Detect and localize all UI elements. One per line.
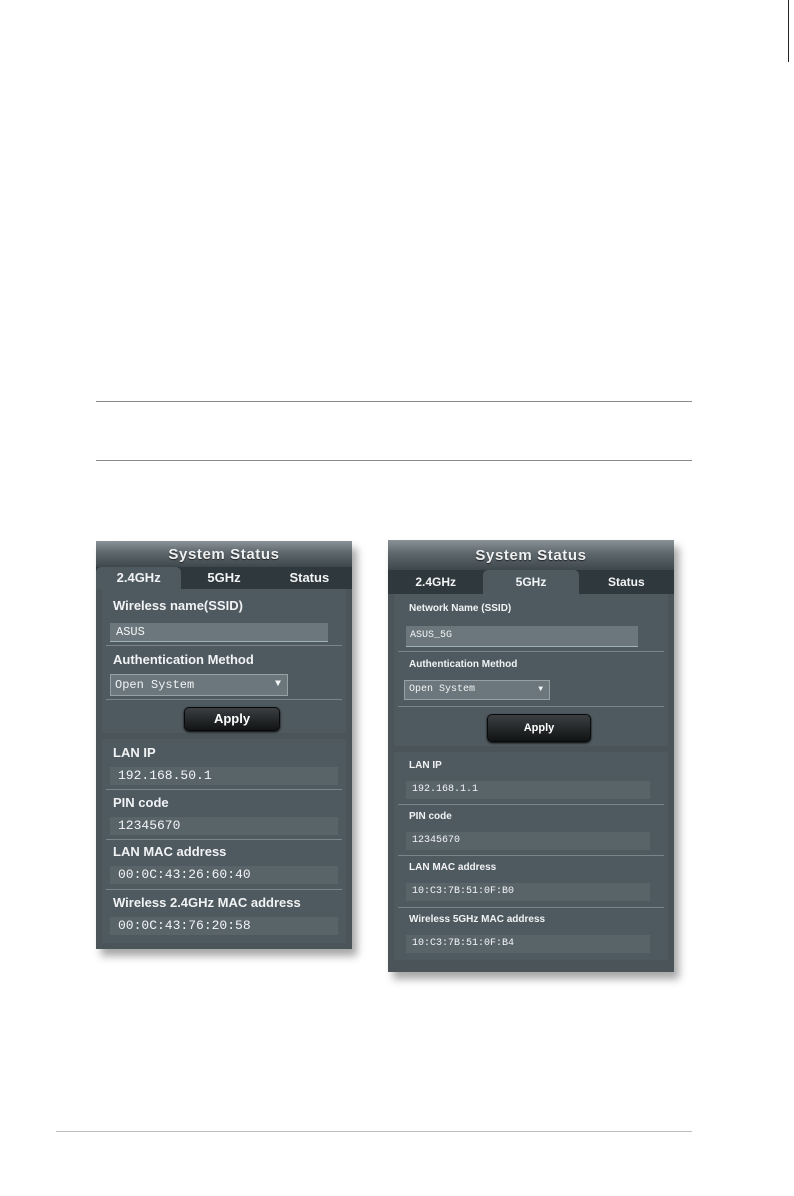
- separator: [398, 907, 664, 908]
- panel-title: System Status: [388, 540, 674, 570]
- tab-24ghz[interactable]: 2.4GHz: [388, 570, 483, 594]
- apply-button[interactable]: Apply: [184, 707, 280, 731]
- ssid-input[interactable]: ASUS: [110, 623, 328, 642]
- wireless-mac-label: Wireless 2.4GHz MAC address: [113, 895, 301, 910]
- pin-code-value: 12345670: [406, 832, 650, 850]
- lan-ip-label: LAN IP: [409, 760, 442, 771]
- pin-code-label: PIN code: [113, 795, 169, 810]
- auth-method-value: Open System: [409, 684, 476, 695]
- lan-ip-value: 192.168.50.1: [110, 767, 338, 785]
- lan-ip-value: 192.168.1.1: [406, 781, 650, 799]
- system-status-panel-24ghz: System Status 2.4GHz 5GHz Status Wireles…: [96, 541, 352, 949]
- ssid-label: Network Name (SSID): [409, 603, 512, 614]
- wireless-settings-box: Network Name (SSID) ASUS_5G Authenticati…: [394, 594, 668, 746]
- wireless-mac-label: Wireless 5GHz MAC address: [409, 914, 546, 925]
- tab-status[interactable]: Status: [267, 567, 352, 589]
- tab-status[interactable]: Status: [579, 570, 674, 594]
- status-info-box: LAN IP 192.168.50.1 PIN code 12345670 LA…: [102, 739, 346, 943]
- tab-5ghz[interactable]: 5GHz: [483, 570, 579, 594]
- ssid-label: Wireless name(SSID): [113, 598, 243, 613]
- separator: [106, 839, 342, 840]
- chevron-down-icon: ▼: [538, 685, 543, 694]
- panel-title: System Status: [96, 541, 352, 567]
- separator: [398, 804, 664, 805]
- lan-mac-value: 10:C3:7B:51:0F:B0: [406, 883, 650, 901]
- separator: [106, 699, 342, 700]
- auth-method-label: Authentication Method: [113, 652, 254, 667]
- wireless-mac-value: 10:C3:7B:51:0F:B4: [406, 935, 650, 953]
- divider-top: [96, 401, 692, 402]
- separator: [106, 645, 342, 646]
- ssid-input[interactable]: ASUS_5G: [406, 626, 638, 647]
- separator: [398, 651, 664, 652]
- divider-bottom: [96, 460, 692, 461]
- separator: [106, 789, 342, 790]
- wireless-mac-value: 00:0C:43:76:20:58: [110, 917, 338, 935]
- lan-ip-label: LAN IP: [113, 745, 156, 760]
- separator: [398, 706, 664, 707]
- separator: [398, 855, 664, 856]
- separator: [106, 889, 342, 890]
- tab-24ghz[interactable]: 2.4GHz: [96, 567, 182, 589]
- lan-mac-label: LAN MAC address: [409, 862, 497, 873]
- chevron-down-icon: ▼: [274, 679, 281, 690]
- tab-5ghz[interactable]: 5GHz: [181, 567, 266, 589]
- lan-mac-value: 00:0C:43:26:60:40: [110, 866, 338, 884]
- auth-method-value: Open System: [115, 678, 195, 692]
- pin-code-value: 12345670: [110, 817, 338, 835]
- auth-method-select[interactable]: Open System ▼: [404, 680, 550, 700]
- wireless-settings-box: Wireless name(SSID) ASUS Authentication …: [102, 589, 346, 733]
- footer-rule: [56, 1131, 692, 1132]
- tab-strip: 2.4GHz 5GHz Status: [388, 570, 674, 594]
- tab-strip: 2.4GHz 5GHz Status: [96, 567, 352, 589]
- apply-button[interactable]: Apply: [487, 714, 591, 742]
- pin-code-label: PIN code: [409, 811, 452, 822]
- auth-method-select[interactable]: Open System ▼: [110, 674, 288, 696]
- lan-mac-label: LAN MAC address: [113, 844, 227, 859]
- system-status-panel-5ghz: System Status 2.4GHz 5GHz Status Network…: [388, 540, 674, 972]
- status-info-box: LAN IP 192.168.1.1 PIN code 12345670 LAN…: [394, 752, 668, 960]
- page-edge-line: [788, 0, 789, 62]
- auth-method-label: Authentication Method: [409, 659, 518, 670]
